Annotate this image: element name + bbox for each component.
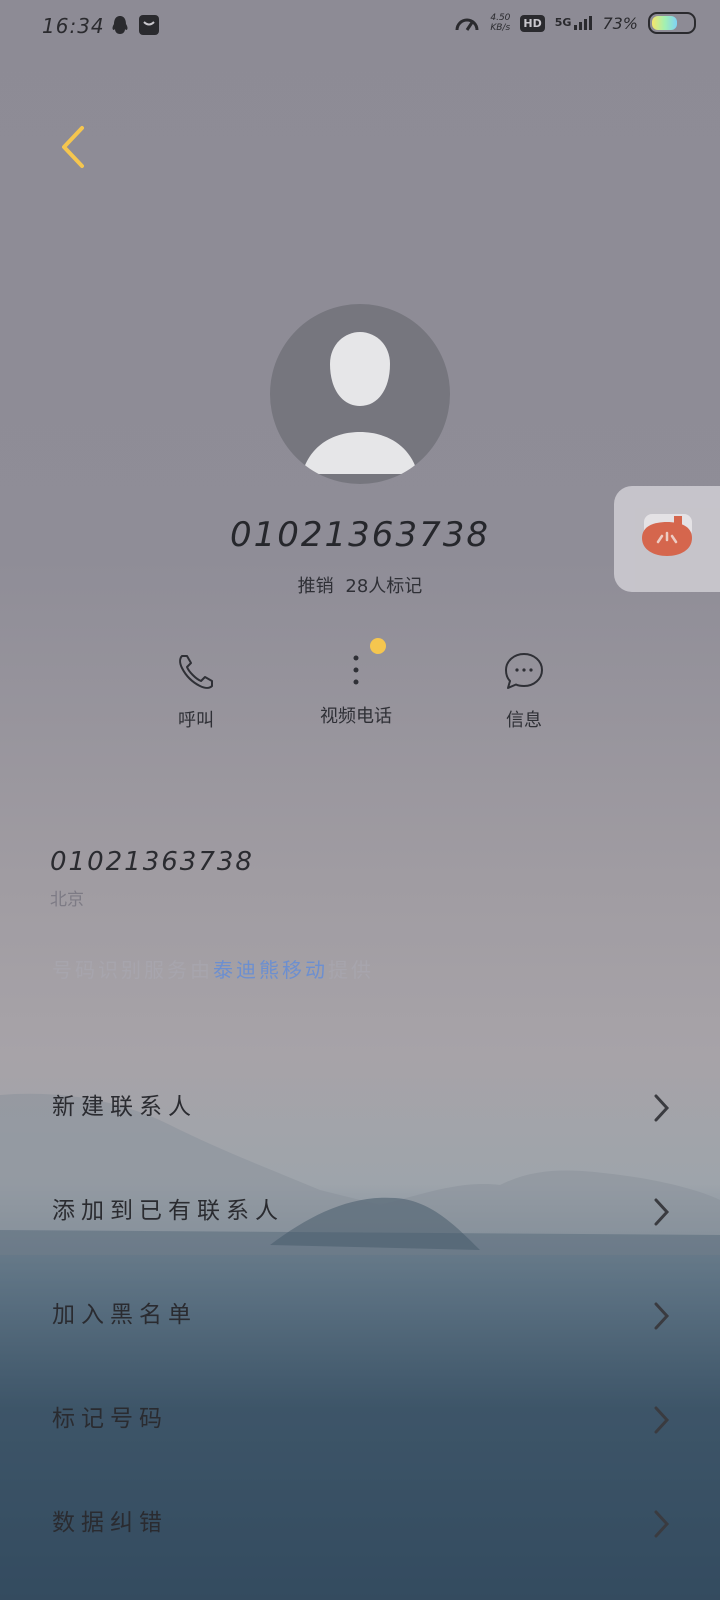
menu-item-new-contact[interactable]: 新建联系人: [0, 1055, 720, 1159]
status-bar: 16:34 4.50 KB/s HD 5G 73%: [0, 0, 720, 56]
hd-badge: HD: [520, 14, 545, 32]
status-time: 16:34: [42, 14, 105, 38]
message-app-icon: [139, 15, 159, 35]
network-type: 5G: [554, 16, 572, 29]
battery-percent: 73%: [602, 13, 638, 33]
spam-tag-line: 推销 28人标记: [0, 572, 720, 598]
chevron-right-icon: [654, 1094, 670, 1122]
net-speed-value: 4.50: [490, 13, 511, 23]
battery-icon: [648, 12, 696, 34]
net-speed-unit: KB/s: [490, 23, 511, 33]
provider-line: 号码识别服务由泰迪熊移动提供: [52, 954, 374, 983]
notification-dot: [370, 638, 386, 654]
menu-item-label: 加入黑名单: [52, 1302, 197, 1328]
chat-bubble-icon: [505, 653, 543, 689]
status-right-group: 4.50 KB/s HD 5G 73%: [454, 12, 696, 34]
menu-item-label: 新建联系人: [52, 1094, 197, 1120]
detail-number: 01021363738: [50, 847, 254, 877]
video-call-label: 视频电话: [320, 706, 392, 727]
message-action-button[interactable]: 信息: [464, 650, 584, 732]
contact-number-title: 01021363738: [230, 515, 490, 555]
video-call-action-button[interactable]: 视频电话: [296, 638, 416, 728]
menu-item-label: 添加到已有联系人: [52, 1198, 284, 1224]
tag-count: 28人标记: [345, 576, 423, 597]
phone-icon: [179, 655, 213, 689]
call-label: 呼叫: [178, 710, 214, 731]
chevron-right-icon: [654, 1510, 670, 1538]
provider-suffix: 提供: [328, 958, 374, 982]
net-speed: 4.50 KB/s: [490, 13, 510, 33]
menu-item-mark-number[interactable]: 标记号码: [0, 1367, 720, 1471]
message-label: 信息: [506, 710, 542, 731]
signal-icon: 5G: [555, 16, 593, 30]
person-silhouette-icon: [302, 332, 418, 474]
chevron-right-icon: [654, 1302, 670, 1330]
detail-location: 北京: [50, 890, 84, 910]
menu-item-add-to-existing[interactable]: 添加到已有联系人: [0, 1159, 720, 1263]
battery-fill: [652, 16, 678, 30]
provider-link[interactable]: 泰迪熊移动: [213, 958, 328, 982]
menu-item-label: 数据纠错: [52, 1510, 168, 1536]
call-action-button[interactable]: 呼叫: [136, 650, 256, 732]
speedometer-icon: [455, 18, 479, 31]
action-menu: 新建联系人 添加到已有联系人 加入黑名单 标记号码 数据纠错: [0, 1055, 720, 1575]
back-arrow-icon[interactable]: [54, 122, 94, 172]
tag-label: 推销: [297, 576, 334, 597]
chevron-right-icon: [654, 1198, 670, 1226]
provider-prefix: 号码识别服务由: [52, 958, 213, 982]
menu-item-label: 标记号码: [52, 1406, 168, 1432]
action-row: 呼叫 视频电话 信息: [0, 638, 720, 750]
chevron-right-icon: [654, 1406, 670, 1434]
qq-icon: [112, 16, 128, 34]
more-vertical-icon: [353, 655, 359, 685]
menu-item-blacklist[interactable]: 加入黑名单: [0, 1263, 720, 1367]
contact-avatar: [270, 304, 450, 484]
menu-item-data-correction[interactable]: 数据纠错: [0, 1471, 720, 1575]
